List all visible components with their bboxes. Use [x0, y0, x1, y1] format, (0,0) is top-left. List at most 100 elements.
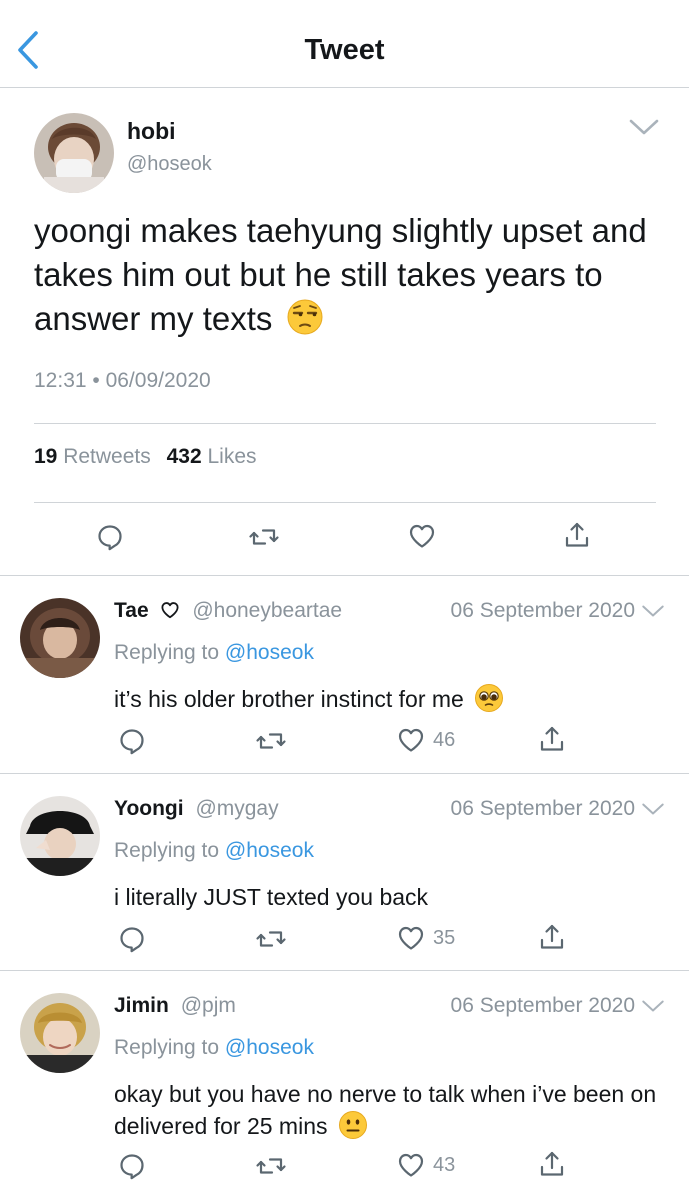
- chevron-down-icon: [641, 998, 665, 1014]
- retweet-icon: [255, 925, 287, 953]
- like-button[interactable]: 43: [397, 1152, 455, 1178]
- reply-icon: [96, 523, 124, 551]
- reply-action-bar: 35: [0, 923, 689, 959]
- share-button[interactable]: [538, 1150, 566, 1178]
- author-handle[interactable]: @honeybeartae: [192, 599, 342, 622]
- mention-link[interactable]: @hoseok: [225, 839, 314, 862]
- retweet-button[interactable]: [248, 523, 280, 551]
- replying-prefix: Replying to: [114, 1036, 220, 1059]
- reply-options-button[interactable]: [641, 801, 665, 819]
- replying-prefix: Replying to: [114, 839, 220, 862]
- chevron-down-icon: [641, 603, 665, 619]
- reply-tweet[interactable]: Yoongi @mygay 06 September 2020 Replying…: [0, 775, 689, 971]
- share-icon: [538, 725, 566, 753]
- reply-date: 06 September 2020: [450, 797, 635, 820]
- retweets-count: 19: [34, 445, 58, 468]
- author-handle[interactable]: @hoseok: [127, 153, 212, 176]
- likes-label: Likes: [207, 445, 257, 468]
- reply-action-bar: 46: [0, 725, 689, 761]
- top-navigation-bar: Tweet: [0, 0, 689, 88]
- author-name[interactable]: Tae: [114, 599, 149, 622]
- replying-prefix: Replying to: [114, 641, 220, 664]
- heart-icon: [397, 727, 425, 753]
- share-icon: [563, 521, 591, 549]
- retweet-button[interactable]: [255, 925, 287, 953]
- reply-text-body: it’s his older brother instinct for me: [114, 686, 464, 712]
- replying-to: Replying to @hoseok: [114, 839, 314, 863]
- avatar[interactable]: [20, 993, 100, 1073]
- avatar-image: [20, 598, 100, 678]
- share-button[interactable]: [538, 923, 566, 951]
- likes-stat[interactable]: 432 Likes: [167, 445, 257, 468]
- reply-button[interactable]: [96, 523, 124, 551]
- author-name[interactable]: Jimin: [114, 994, 169, 1017]
- reply-text: it’s his older brother instinct for me: [114, 683, 674, 715]
- tweet-stats: 19 Retweets 432 Likes: [34, 445, 257, 469]
- avatar-image: [20, 993, 100, 1073]
- reply-header: Yoongi @mygay: [114, 797, 279, 821]
- reply-options-button[interactable]: [641, 998, 665, 1016]
- tweet-timestamp: 12:31 • 06/09/2020: [34, 369, 211, 392]
- reply-icon: [118, 925, 146, 953]
- share-icon: [538, 923, 566, 951]
- likes-count: 432: [166, 445, 202, 468]
- heart-icon: [397, 925, 425, 951]
- replying-to: Replying to @hoseok: [114, 1036, 314, 1060]
- retweets-stat[interactable]: 19 Retweets: [34, 445, 151, 468]
- retweet-button[interactable]: [255, 727, 287, 755]
- retweet-button[interactable]: [255, 1152, 287, 1180]
- reply-text: i literally JUST texted you back: [114, 884, 429, 910]
- like-count: 35: [433, 926, 456, 949]
- divider: [34, 423, 656, 424]
- reply-options-button[interactable]: [641, 603, 665, 621]
- avatar[interactable]: [20, 796, 100, 876]
- reply-button[interactable]: [118, 727, 146, 755]
- page-title: Tweet: [304, 34, 385, 66]
- reply-icon: [118, 727, 146, 755]
- replying-to: Replying to @hoseok: [114, 641, 314, 665]
- reply-header: Tae @honeybeartae: [114, 599, 342, 623]
- like-count: 46: [433, 728, 456, 751]
- reply-date: 06 September 2020: [450, 994, 635, 1017]
- tweet-text-body: yoongi makes taehyung slightly upset and…: [34, 212, 647, 337]
- reply-header: Jimin @pjm: [114, 994, 236, 1018]
- reply-text: okay but you have no nerve to talk when …: [114, 1078, 674, 1142]
- mention-link[interactable]: @hoseok: [225, 1036, 314, 1059]
- tweet-options-button[interactable]: [628, 117, 660, 139]
- unamused-face-emoji-icon: [287, 299, 323, 335]
- chevron-down-icon: [641, 801, 665, 817]
- heart-icon: [397, 1152, 425, 1178]
- like-count: 43: [433, 1153, 456, 1176]
- pleading-face-emoji-icon: [475, 684, 504, 712]
- reply-text-body: okay but you have no nerve to talk when …: [114, 1081, 657, 1139]
- share-icon: [538, 1150, 566, 1178]
- reply-tweet[interactable]: Tae @honeybeartae 06 September 2020 Repl…: [0, 577, 689, 774]
- like-button[interactable]: 35: [397, 925, 455, 951]
- avatar[interactable]: [34, 113, 114, 193]
- main-tweet: hobi @hoseok yoongi makes taehyung sligh…: [0, 89, 689, 576]
- retweet-icon: [255, 1152, 287, 1180]
- avatar[interactable]: [20, 598, 100, 678]
- reply-tweet[interactable]: Jimin @pjm 06 September 2020 Replying to…: [0, 972, 689, 1200]
- author-handle[interactable]: @mygay: [195, 797, 278, 820]
- chevron-down-icon: [628, 117, 660, 137]
- share-button[interactable]: [538, 725, 566, 753]
- like-button[interactable]: 46: [397, 727, 455, 753]
- mention-link[interactable]: @hoseok: [225, 641, 314, 664]
- author-name[interactable]: Yoongi: [114, 797, 184, 820]
- reply-icon: [118, 1152, 146, 1180]
- reply-action-bar: 43: [0, 1150, 689, 1186]
- divider: [34, 502, 656, 503]
- avatar-image: [20, 796, 100, 876]
- author-name[interactable]: hobi: [127, 118, 176, 145]
- retweets-label: Retweets: [63, 445, 151, 468]
- like-button[interactable]: [408, 523, 436, 549]
- neutral-face-emoji-icon: [338, 1111, 367, 1139]
- reply-button[interactable]: [118, 1152, 146, 1180]
- tweet-text: yoongi makes taehyung slightly upset and…: [34, 209, 674, 341]
- author-handle[interactable]: @pjm: [181, 994, 236, 1017]
- reply-date: 06 September 2020: [450, 599, 635, 622]
- reply-button[interactable]: [118, 925, 146, 953]
- tweet-action-bar: [0, 521, 689, 561]
- share-button[interactable]: [563, 521, 591, 549]
